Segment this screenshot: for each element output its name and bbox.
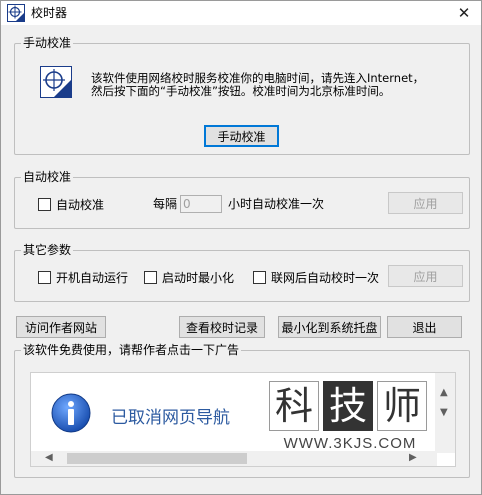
watermark-char-2: 技 (323, 381, 373, 431)
manual-calibration-group: 手动校准 该软件使用网络校时服务校准你的电脑时间，请先连入Internet， 然… (14, 36, 470, 155)
startup-checkbox[interactable]: 开机自动运行 (38, 269, 128, 286)
ad-message: 已取消网页导航 (111, 408, 230, 428)
clock-icon (40, 66, 72, 98)
other-apply-button[interactable]: 应用 (388, 265, 463, 287)
ad-group-label: 该软件免费使用，请帮作者点击一下广告 (21, 343, 242, 357)
exit-button[interactable]: 退出 (387, 316, 462, 338)
scroll-down-icon[interactable]: ▼ (440, 407, 448, 419)
startup-checkbox-box[interactable] (38, 271, 51, 284)
manual-calibrate-button[interactable]: 手动校准 (204, 125, 279, 147)
interval-hours-input[interactable]: 0 (180, 195, 222, 213)
other-params-group: 其它参数 开机自动运行 启动时最小化 联网后自动校时一次 应用 (14, 243, 470, 302)
minimize-on-start-checkbox-box[interactable] (144, 271, 157, 284)
minimize-on-start-checkbox[interactable]: 启动时最小化 (144, 269, 234, 286)
app-window: 校时器 ✕ 手动校准 该软件使用网络校时服务校准你的电脑时间，请先连入Inter… (0, 0, 482, 495)
view-log-button[interactable]: 查看校时记录 (179, 316, 265, 338)
manual-description-line2: 然后按下面的“手动校准”按钮。校准时间为北京标准时间。 (91, 84, 391, 98)
vertical-scrollbar[interactable]: ▲ ▼ (435, 373, 455, 453)
auto-calibrate-checkbox[interactable]: 自动校准 (38, 196, 104, 213)
watermark-logo: 科 技 师 WWW.3KJS.COM (269, 381, 435, 461)
scroll-up-icon[interactable]: ▲ (440, 387, 448, 399)
watermark-chars: 科 技 师 (269, 381, 435, 431)
close-icon[interactable]: ✕ (447, 1, 481, 25)
app-clock-icon (7, 4, 25, 22)
watermark-char-1: 科 (269, 381, 319, 431)
window-title: 校时器 (31, 6, 68, 20)
interval-label: 每隔 (153, 197, 178, 211)
startup-label: 开机自动运行 (56, 271, 129, 285)
info-icon (51, 393, 91, 433)
auto-calibrate-label: 自动校准 (56, 198, 105, 212)
auto-group-label: 自动校准 (21, 170, 74, 184)
horizontal-scroll-thumb[interactable] (67, 453, 247, 464)
minimize-on-start-label: 启动时最小化 (162, 271, 235, 285)
network-sync-label: 联网后自动校时一次 (271, 271, 380, 285)
auto-calibration-group: 自动校准 自动校准 每隔 0 小时自动校准一次 应用 (14, 170, 470, 229)
manual-group-label: 手动校准 (21, 36, 74, 50)
minimize-to-tray-button[interactable]: 最小化到系统托盘 (278, 316, 381, 338)
title-bar: 校时器 ✕ (1, 1, 481, 25)
auto-apply-button[interactable]: 应用 (388, 192, 463, 214)
auto-calibrate-checkbox-box[interactable] (38, 198, 51, 211)
interval-suffix: 小时自动校准一次 (228, 197, 325, 211)
network-sync-checkbox-box[interactable] (253, 271, 266, 284)
scroll-left-icon[interactable]: ◀ (45, 452, 53, 464)
other-group-label: 其它参数 (21, 243, 74, 257)
watermark-char-3: 师 (377, 381, 427, 431)
visit-author-site-button[interactable]: 访问作者网站 (16, 316, 106, 338)
network-sync-checkbox[interactable]: 联网后自动校时一次 (253, 269, 379, 286)
watermark-url: WWW.3KJS.COM (283, 435, 417, 452)
